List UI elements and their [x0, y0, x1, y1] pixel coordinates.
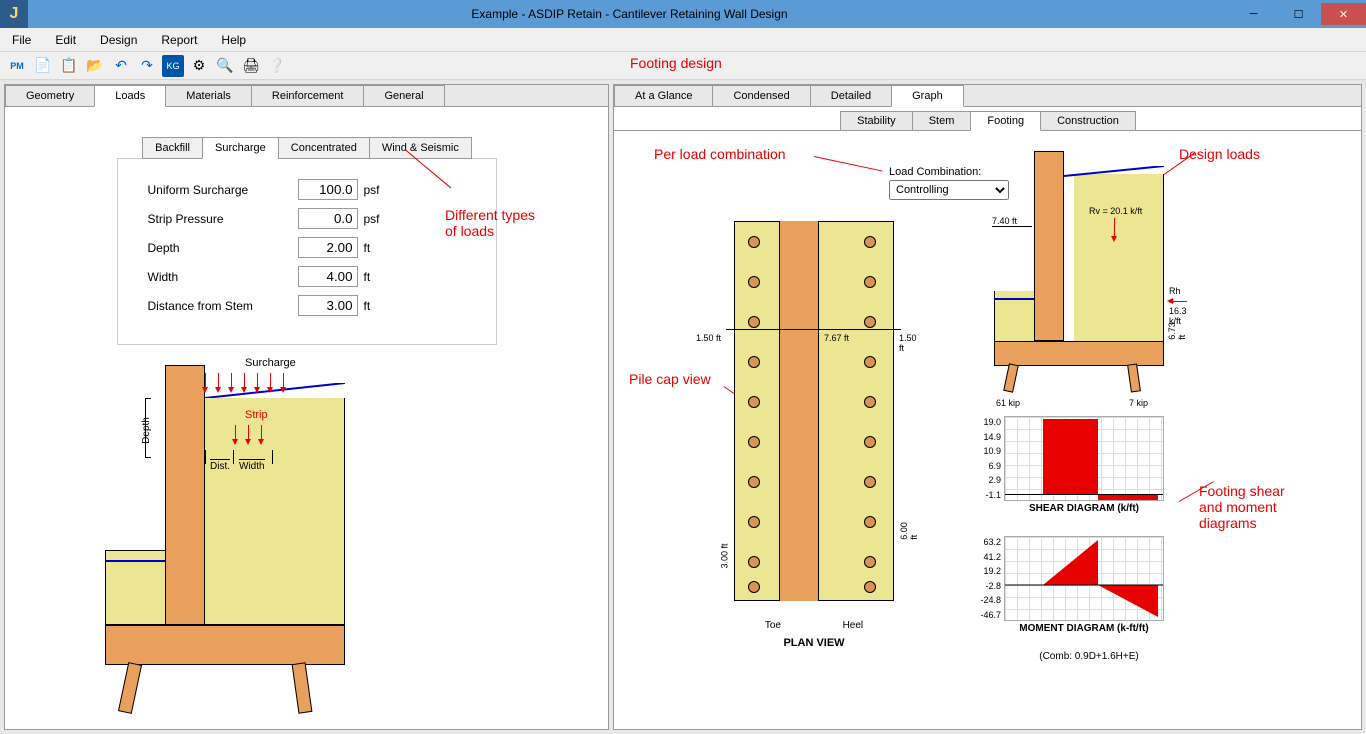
minimize-button[interactable]: ─ — [1231, 3, 1276, 25]
uniform-unit: psf — [364, 183, 394, 197]
menu-design[interactable]: Design — [88, 28, 149, 51]
dist-unit: ft — [364, 299, 394, 313]
copy-icon[interactable]: 📄 — [32, 55, 54, 77]
annotation-pile-cap: Pile cap view — [629, 371, 711, 387]
strip-input[interactable] — [298, 208, 358, 229]
annotation-load-types: Different types of loads — [445, 207, 535, 239]
tab-reinforcement[interactable]: Reinforcement — [251, 85, 365, 106]
depth-label: Depth — [148, 241, 298, 255]
surcharge-label: Surcharge — [245, 357, 296, 369]
shear-diagram: 19.014.9 10.96.9 2.9-1.1 SHEAR DIAGRAM (… — [1004, 416, 1164, 514]
menu-report[interactable]: Report — [149, 28, 209, 51]
annotation-shear-moment: Footing shear and moment diagrams — [1199, 483, 1285, 531]
loadtab-surcharge[interactable]: Surcharge — [202, 137, 279, 159]
maximize-button[interactable]: ☐ — [1276, 3, 1321, 25]
menu-edit[interactable]: Edit — [43, 28, 88, 51]
close-button[interactable]: ✕ — [1321, 3, 1366, 25]
depth-unit: ft — [364, 241, 394, 255]
open-icon[interactable]: 📂 — [84, 55, 106, 77]
surcharge-form: Uniform Surcharge psf Strip Pressure psf… — [117, 158, 497, 345]
plan-view: 1.50 ft 7.67 ft 1.50 ft 3.00 ft 6.00 ft … — [734, 221, 894, 601]
paste-icon[interactable]: 📋 — [58, 55, 80, 77]
tab-glance[interactable]: At a Glance — [614, 85, 713, 106]
app-icon: J — [0, 0, 28, 28]
tab-loads[interactable]: Loads — [94, 85, 166, 107]
strip-unit: psf — [364, 212, 394, 226]
wall-section-diagram: Surcharge Strip Depth Dist. Width — [105, 365, 345, 705]
plan-view-title: PLAN VIEW — [734, 637, 894, 649]
pm-icon[interactable]: PM — [6, 55, 28, 77]
zoom-icon[interactable]: 🔍 — [214, 55, 236, 77]
dist-input[interactable] — [298, 295, 358, 316]
menu-file[interactable]: File — [0, 28, 43, 51]
width-unit: ft — [364, 270, 394, 284]
window-title: Example - ASDIP Retain - Cantilever Reta… — [28, 7, 1231, 21]
input-panel: Geometry Loads Materials Reinforcement G… — [4, 84, 609, 730]
redo-icon[interactable]: ↷ — [136, 55, 158, 77]
tab-geometry[interactable]: Geometry — [5, 85, 95, 106]
tab-graph[interactable]: Graph — [891, 85, 964, 107]
tab-condensed[interactable]: Condensed — [712, 85, 810, 106]
dist-label: Distance from Stem — [148, 299, 298, 313]
subtab-stability[interactable]: Stability — [840, 111, 913, 130]
strip-label: Strip Pressure — [148, 212, 298, 226]
annotation-per-load: Per load combination — [654, 146, 786, 162]
output-panel: At a Glance Condensed Detailed Graph Sta… — [613, 84, 1362, 730]
subtab-stem[interactable]: Stem — [912, 111, 972, 130]
width-label: Width — [148, 270, 298, 284]
units-icon[interactable]: KG — [162, 55, 184, 77]
menu-help[interactable]: Help — [209, 28, 258, 51]
subtab-construction[interactable]: Construction — [1040, 111, 1136, 130]
uniform-input[interactable] — [298, 179, 358, 200]
depth-input[interactable] — [298, 237, 358, 258]
tab-general[interactable]: General — [363, 85, 444, 106]
section-view: 7.40 ft Rv = 20.1 k/ft Rh = 16.3 k/ft 6.… — [994, 166, 1164, 386]
combo-select[interactable]: Controlling — [889, 180, 1009, 200]
tab-materials[interactable]: Materials — [165, 85, 252, 106]
loadtab-backfill[interactable]: Backfill — [142, 137, 203, 159]
undo-icon[interactable]: ↶ — [110, 55, 132, 77]
tab-detailed[interactable]: Detailed — [810, 85, 892, 106]
moment-diagram: 63.241.2 19.2-2.8 -24.8-46.7 MOMENT DIAG… — [1004, 536, 1164, 634]
width-input[interactable] — [298, 266, 358, 287]
print-icon[interactable]: 🖨 — [240, 55, 262, 77]
combination-text: (Comb: 0.9D+1.6H+E) — [1014, 651, 1164, 662]
menubar: File Edit Design Report Help — [0, 28, 1366, 52]
strip-label-diag: Strip — [245, 409, 268, 421]
help-icon[interactable]: ❔ — [266, 55, 288, 77]
loadtab-concentrated[interactable]: Concentrated — [278, 137, 370, 159]
uniform-label: Uniform Surcharge — [148, 183, 298, 197]
titlebar: J Example - ASDIP Retain - Cantilever Re… — [0, 0, 1366, 28]
combo-label: Load Combination: — [889, 166, 1009, 178]
loadtab-wind-seismic[interactable]: Wind & Seismic — [369, 137, 472, 159]
subtab-footing[interactable]: Footing — [970, 111, 1041, 131]
settings-icon[interactable]: ⚙ — [188, 55, 210, 77]
